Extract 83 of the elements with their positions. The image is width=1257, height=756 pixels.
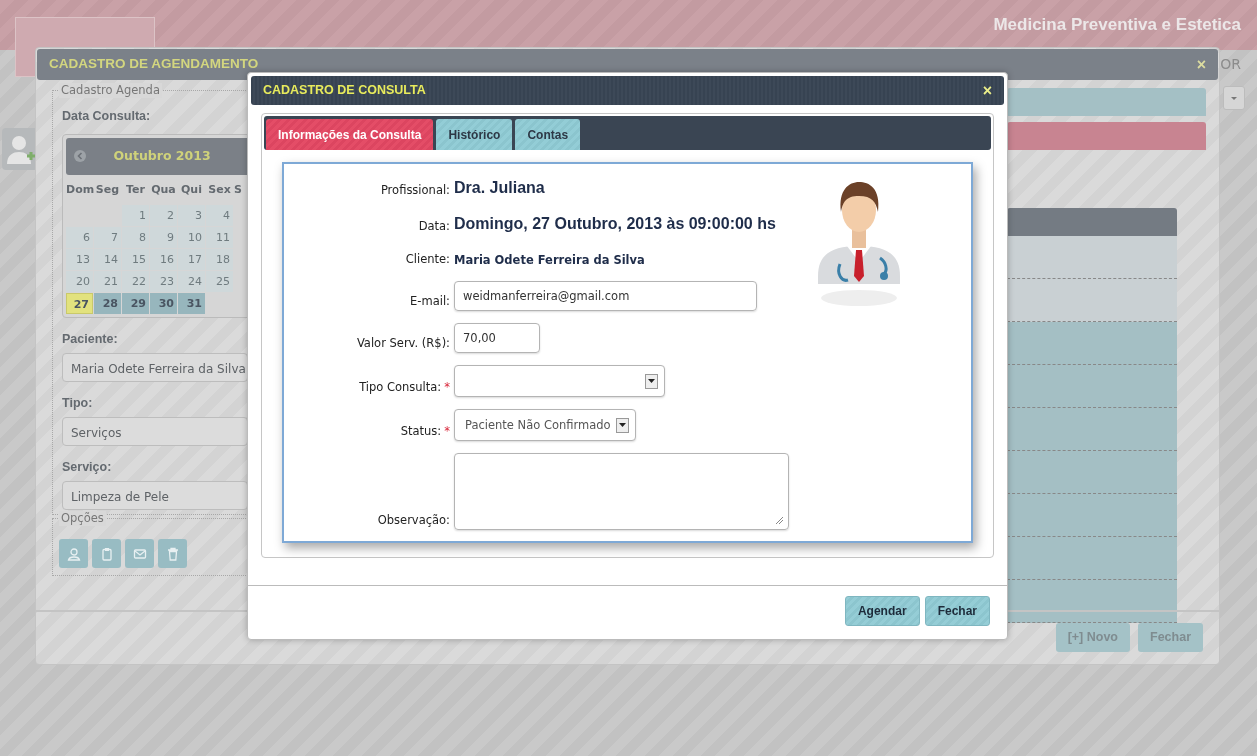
input-field[interactable]: weidmanferreira@gmail.com bbox=[454, 281, 757, 312]
calendar-month: Outubro 2013 bbox=[113, 146, 212, 165]
field-label: Tipo: bbox=[62, 395, 94, 412]
calendar-day: 15 bbox=[122, 249, 149, 271]
calendar-day: 6 bbox=[66, 227, 93, 249]
select-field[interactable]: Paciente Não Confirmado bbox=[454, 409, 636, 442]
field-value: Dra. Juliana bbox=[454, 178, 546, 198]
calendar-day: 18 bbox=[206, 249, 233, 271]
calendar-day: 11 bbox=[206, 227, 233, 249]
resize-handle[interactable] bbox=[774, 515, 784, 526]
calendar-day: 20 bbox=[66, 271, 93, 293]
field-label: Paciente: bbox=[62, 331, 119, 349]
close-button[interactable]: Fechar bbox=[924, 596, 990, 626]
dropdown-button[interactable] bbox=[1223, 86, 1245, 110]
calendar-day: 14 bbox=[94, 249, 121, 271]
calendar-day: 2 bbox=[150, 205, 177, 227]
calendar-day: 9 bbox=[150, 227, 177, 249]
field-label: Profissional: bbox=[380, 182, 450, 197]
schedule-button[interactable]: Agendar bbox=[844, 596, 920, 626]
field-label: Serviço: bbox=[62, 458, 113, 476]
field-label: Data Consulta: bbox=[62, 108, 152, 125]
calendar-day: 1 bbox=[122, 205, 149, 227]
field-label: Data: bbox=[418, 218, 450, 233]
calendar-day[interactable]: 30 bbox=[150, 293, 177, 315]
calendar-day[interactable]: 31 bbox=[178, 293, 205, 315]
input-field[interactable]: Limpeza de Pele bbox=[62, 480, 248, 510]
calendar-day: 24 bbox=[178, 271, 205, 293]
field-label: E-mail: bbox=[410, 294, 450, 308]
calendar-day[interactable]: 29 bbox=[122, 293, 149, 315]
tab[interactable]: Contas bbox=[515, 119, 581, 150]
input-field[interactable]: Maria Odete Ferreira da Silva bbox=[62, 353, 248, 382]
weekday-label: Sex bbox=[207, 181, 232, 198]
mail-icon[interactable] bbox=[125, 539, 154, 568]
required-mark: * bbox=[444, 424, 450, 438]
field-label: Valor Serv. (R$): bbox=[356, 336, 450, 350]
weekday-label: Qua bbox=[150, 181, 177, 198]
fieldset-legend: Opções bbox=[59, 511, 106, 526]
field-label: Tipo Consulta: bbox=[359, 380, 442, 394]
calendar-day: 10 bbox=[178, 227, 205, 249]
clipboard-icon[interactable] bbox=[92, 539, 121, 568]
field-label: Observação: bbox=[377, 513, 450, 527]
fieldset-legend: Cadastro Agenda bbox=[59, 83, 162, 98]
weekday-label: Dom bbox=[66, 181, 93, 198]
trash-icon[interactable] bbox=[158, 539, 187, 568]
dropdown-icon[interactable] bbox=[616, 417, 629, 433]
add-user-icon[interactable] bbox=[2, 128, 38, 170]
field-label: Cliente: bbox=[405, 252, 450, 266]
weekday-label: S bbox=[234, 181, 243, 198]
dialog-title: CADASTRO DE CONSULTA bbox=[263, 82, 426, 100]
weekday-label: Ter bbox=[125, 181, 146, 198]
input-field[interactable]: 70,00 bbox=[454, 323, 540, 354]
calendar-day: 21 bbox=[94, 271, 121, 293]
tab[interactable]: Informações da Consulta bbox=[266, 119, 434, 150]
dialog-title: CADASTRO DE AGENDAMENTO bbox=[49, 55, 259, 74]
calendar-day: 3 bbox=[178, 205, 205, 227]
calendar-day[interactable]: 27 bbox=[66, 293, 93, 315]
text-area[interactable] bbox=[454, 453, 789, 531]
menu-label: OR bbox=[1220, 55, 1241, 74]
calendar-day: 17 bbox=[178, 249, 205, 271]
input-field[interactable]: Serviços bbox=[62, 416, 248, 446]
dropdown-icon[interactable] bbox=[645, 373, 658, 389]
previous-icon[interactable] bbox=[74, 150, 86, 163]
calendar-day: 22 bbox=[122, 271, 149, 293]
calendar-day: 13 bbox=[66, 249, 93, 271]
calendar-day: 7 bbox=[94, 227, 121, 249]
tab[interactable]: Histórico bbox=[436, 119, 513, 150]
weekday-label: Seg bbox=[94, 181, 121, 198]
field-value: Maria Odete Ferreira da Silva bbox=[454, 252, 646, 269]
required-mark: * bbox=[444, 380, 450, 394]
calendar-day: 16 bbox=[150, 249, 177, 271]
user-icon[interactable] bbox=[59, 539, 88, 568]
select-field[interactable] bbox=[454, 365, 665, 398]
calendar-day: 23 bbox=[150, 271, 177, 293]
close-button[interactable]: × bbox=[982, 82, 992, 99]
calendar-day: 4 bbox=[206, 205, 233, 227]
field-label: Status: bbox=[400, 424, 442, 438]
calendar-day[interactable]: 28 bbox=[94, 293, 121, 315]
weekday-label: Qui bbox=[180, 181, 203, 198]
close-button[interactable]: × bbox=[1196, 56, 1206, 73]
calendar-day: 25 bbox=[206, 271, 233, 293]
field-value: Domingo, 27 Outubro, 2013 às 09:00:00 hs bbox=[454, 214, 777, 234]
calendar-day: 8 bbox=[122, 227, 149, 249]
app-title: Medicina Preventiva e Estetica bbox=[993, 14, 1241, 37]
